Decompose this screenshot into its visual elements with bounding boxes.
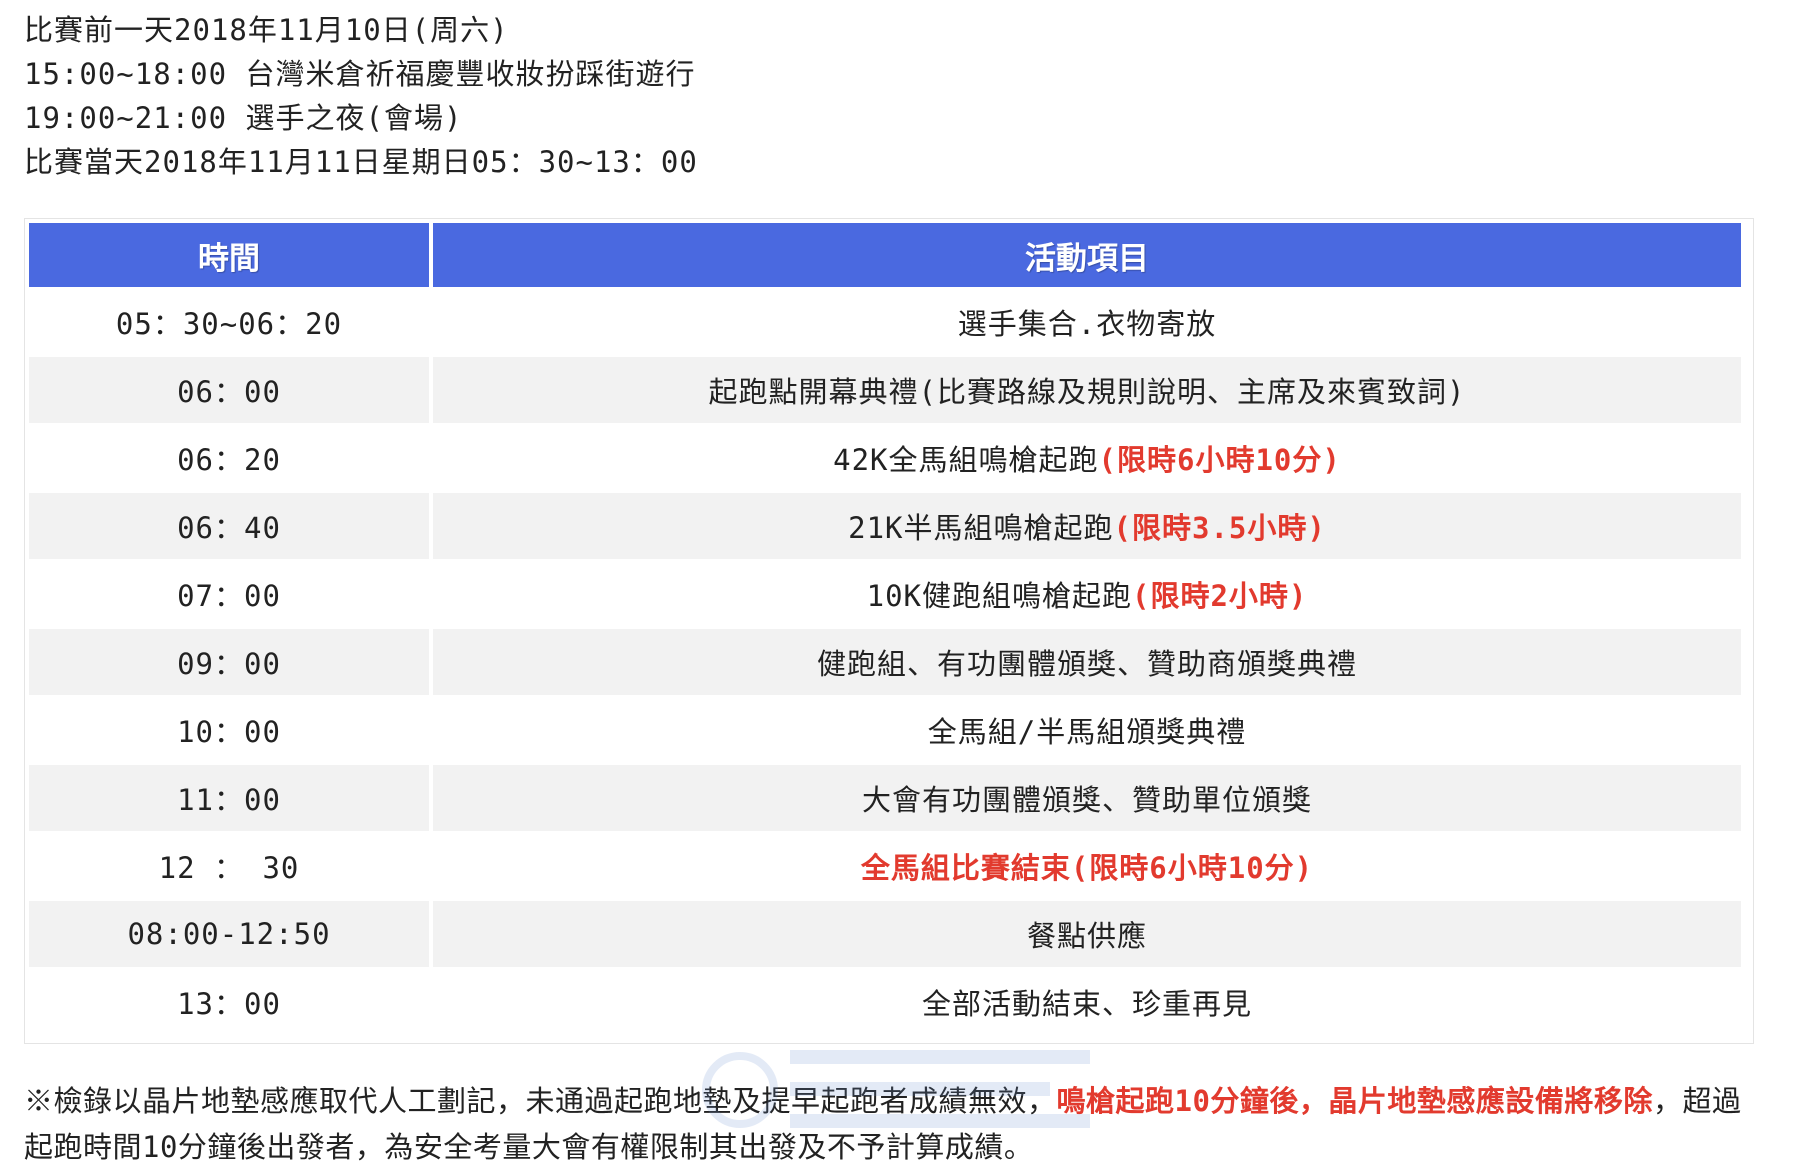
activity-text: 餐點供應 (1026, 919, 1147, 953)
table-row: 07：00 10K健跑組鳴槍起跑(限時2小時) (29, 561, 1741, 627)
activity-limit-note: (限時6小時10分) (1098, 443, 1341, 477)
table-row: 06：20 42K全馬組鳴槍起跑(限時6小時10分) (29, 425, 1741, 491)
cell-activity: 42K全馬組鳴槍起跑(限時6小時10分) (433, 425, 1741, 491)
table-header-row: 時間 活動項目 (29, 223, 1741, 287)
cell-time: 07：00 (177, 579, 281, 613)
activity-text: 全馬組/半馬組頒獎典禮 (927, 715, 1247, 749)
intro-line: 15:00~18:00 台灣米倉祈福慶豐收妝扮踩街遊行 (24, 57, 696, 91)
activity-text: 大會有功團體頒獎、贊助單位頒獎 (861, 783, 1312, 817)
activity-limit-note: (限時2小時) (1132, 579, 1308, 613)
table-row: 10：00 全馬組/半馬組頒獎典禮 (29, 697, 1741, 763)
cell-time: 05：30~06：20 (115, 307, 343, 341)
cell-time: 12 ： 30 (158, 851, 300, 885)
cell-activity: 起跑點開幕典禮(比賽路線及規則說明、主席及來賓致詞) (433, 357, 1741, 423)
footnote: ※檢錄以晶片地墊感應取代人工劃記，未通過起跑地墊及提早起跑者成績無效，鳴槍起跑1… (24, 1078, 1764, 1170)
activity-text: 選手集合.衣物寄放 (957, 307, 1217, 341)
table-row: 09：00 健跑組、有功團體頒獎、贊助商頒獎典禮 (29, 629, 1741, 695)
cell-time: 11：00 (29, 765, 429, 831)
table-row: 08:00-12:50 餐點供應 (29, 901, 1741, 967)
cell-time: 10：00 (177, 715, 281, 749)
activity-text: 42K全馬組鳴槍起跑 (833, 443, 1099, 477)
table-row: 13：00 全部活動結束、珍重再見 (29, 969, 1741, 1035)
intro-line: 比賽前一天2018年11月10日(周六) (24, 13, 509, 47)
cell-activity: 全馬組比賽結束(限時6小時10分) (433, 833, 1741, 899)
cell-time: 08:00-12:50 (29, 901, 429, 967)
header-activity: 活動項目 (433, 223, 1741, 287)
cell-activity: 21K半馬組鳴槍起跑(限時3.5小時) (433, 493, 1741, 559)
cell-time: 13：00 (177, 987, 281, 1021)
table-row: 11：00 大會有功團體頒獎、贊助單位頒獎 (29, 765, 1741, 831)
intro-line: 比賽當天2018年11月11日星期日05：30~13：00 (24, 145, 698, 179)
cell-time: 06：00 (29, 357, 429, 423)
cell-activity: 全馬組/半馬組頒獎典禮 (433, 697, 1741, 763)
cell-activity: 全部活動結束、珍重再見 (433, 969, 1741, 1035)
activity-text: 21K半馬組鳴槍起跑 (848, 511, 1114, 545)
schedule-body: 05：30~06：20 選手集合.衣物寄放 06：00 起跑點開幕典禮(比賽路線及規則… (29, 289, 1741, 1035)
table-row: 06：40 21K半馬組鳴槍起跑(限時3.5小時) (29, 493, 1741, 559)
table-row: 05：30~06：20 選手集合.衣物寄放 (29, 289, 1741, 355)
footnote-warning: 鳴槍起跑10分鐘後，晶片地墊感應設備將移除 (1056, 1084, 1653, 1118)
schedule-table: 時間 活動項目 05：30~06：20 選手集合.衣物寄放 06：00 起跑點開幕典禮… (25, 221, 1745, 1037)
cell-activity: 健跑組、有功團體頒獎、贊助商頒獎典禮 (433, 629, 1741, 695)
cell-time: 09：00 (29, 629, 429, 695)
cell-activity: 10K健跑組鳴槍起跑(限時2小時) (433, 561, 1741, 627)
cell-activity: 大會有功團體頒獎、贊助單位頒獎 (433, 765, 1741, 831)
activity-text: 10K健跑組鳴槍起跑 (866, 579, 1132, 613)
header-time: 時間 (29, 223, 429, 287)
cell-time: 06：40 (29, 493, 429, 559)
schedule-table-container: 時間 活動項目 05：30~06：20 選手集合.衣物寄放 06：00 起跑點開幕典禮… (24, 218, 1754, 1044)
activity-text: 起跑點開幕典禮(比賽路線及規則說明、主席及來賓致詞) (708, 375, 1466, 409)
activity-limit-note: (限時3.5小時) (1113, 511, 1326, 545)
intro-line: 19:00~21:00 選手之夜(會場) (24, 101, 463, 135)
cell-activity: 選手集合.衣物寄放 (433, 289, 1741, 355)
cell-time: 06：20 (177, 443, 281, 477)
intro-block: 比賽前一天2018年11月10日(周六) 15:00~18:00 台灣米倉祈福慶… (24, 8, 698, 184)
cell-activity: 餐點供應 (433, 901, 1741, 967)
activity-text: 全部活動結束、珍重再見 (921, 987, 1252, 1021)
table-row: 12 ： 30 全馬組比賽結束(限時6小時10分) (29, 833, 1741, 899)
activity-limit-note: 全馬組比賽結束(限時6小時10分) (860, 851, 1314, 885)
footnote-text: ※檢錄以晶片地墊感應取代人工劃記，未通過起跑地墊及提早起跑者成績無效， (24, 1084, 1057, 1118)
activity-text: 健跑組、有功團體頒獎、贊助商頒獎典禮 (816, 647, 1357, 681)
table-row: 06：00 起跑點開幕典禮(比賽路線及規則說明、主席及來賓致詞) (29, 357, 1741, 423)
